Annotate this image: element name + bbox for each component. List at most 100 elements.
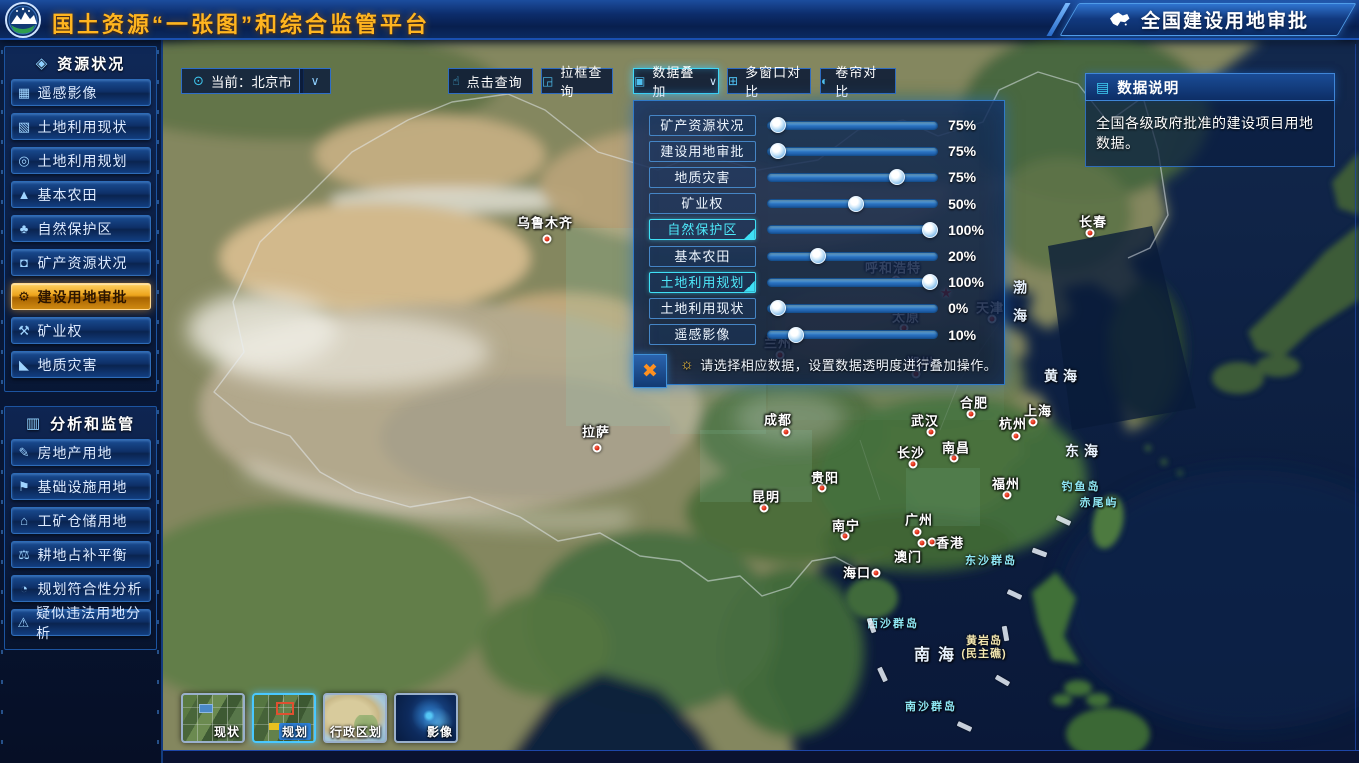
city-label: 杭州 bbox=[999, 414, 1027, 433]
layer-toggle-button[interactable]: 土地利用现状 bbox=[649, 298, 756, 319]
layer-row: 建设用地审批 75% bbox=[649, 138, 990, 164]
slider-track[interactable] bbox=[767, 173, 938, 182]
sidebar-item-icon: ⚒ bbox=[12, 323, 38, 339]
platform-logo-icon bbox=[5, 2, 41, 38]
city-label: 香港 bbox=[936, 533, 964, 552]
opacity-value: 0% bbox=[948, 300, 990, 316]
opacity-slider[interactable] bbox=[767, 300, 938, 316]
layer-row: 土地利用规划 100% bbox=[649, 269, 990, 295]
sidebar-item[interactable]: ⌂ 工矿仓储用地 bbox=[11, 507, 151, 534]
layer-toggle-button[interactable]: 自然保护区 bbox=[649, 219, 756, 240]
map-search-icon: ◈ bbox=[36, 54, 50, 72]
sidebar-item-label: 房地产用地 bbox=[38, 443, 113, 463]
layer-toggle-button[interactable]: 矿业权 bbox=[649, 193, 756, 214]
info-panel-header: ▤ 数据说明 bbox=[1085, 73, 1335, 101]
opacity-slider[interactable] bbox=[767, 169, 938, 185]
slider-track[interactable] bbox=[767, 121, 938, 130]
sea-label: 东沙群岛 bbox=[965, 552, 1017, 568]
layer-row: 基本农田 20% bbox=[649, 243, 990, 269]
opacity-slider[interactable] bbox=[767, 327, 938, 343]
layer-toggle-button[interactable]: 基本农田 bbox=[649, 246, 756, 267]
region-dropdown-button[interactable]: ∨ bbox=[299, 68, 331, 94]
slider-track[interactable] bbox=[767, 147, 938, 156]
layer-toggle-button[interactable]: 矿产资源状况 bbox=[649, 115, 756, 136]
sidebar-item[interactable]: ◘ 矿产资源状况 bbox=[11, 249, 151, 276]
slider-track[interactable] bbox=[767, 304, 938, 313]
toolbar-button[interactable]: ◐ 卷帘对比 bbox=[820, 68, 896, 94]
toolbar-button-icon: ◲ bbox=[542, 74, 554, 88]
sidebar-item-icon: ▦ bbox=[12, 85, 38, 101]
top-header: 国土资源“一张图”和综合监管平台 全国建设用地审批 bbox=[0, 0, 1359, 40]
module-tab[interactable]: 全国建设用地审批 bbox=[1069, 3, 1347, 36]
toolbar-button[interactable]: ◲ 拉框查询 bbox=[541, 68, 613, 94]
sea-label: 南海 bbox=[914, 641, 962, 665]
basemap-label: 规划 bbox=[279, 723, 311, 740]
region-selector[interactable]: ⊙ 当前：北京市 bbox=[181, 68, 304, 94]
opacity-value: 100% bbox=[948, 274, 990, 290]
toolbar-button[interactable]: ▣ 数据叠加 ∨ bbox=[633, 68, 719, 94]
layer-toggle-button[interactable]: 遥感影像 bbox=[649, 324, 756, 345]
city-label: 南宁 bbox=[832, 516, 860, 535]
basemap-thumbnail[interactable]: 规划 bbox=[252, 693, 316, 743]
sidebar-item-label: 土地利用规划 bbox=[38, 151, 128, 171]
data-overlay-panel: 矿产资源状况 75% 建设用地审批 75% 地质灾害 bbox=[633, 100, 1005, 385]
slider-track[interactable] bbox=[767, 252, 938, 261]
toolbar-button-icon: ▣ bbox=[634, 74, 646, 88]
opacity-slider[interactable] bbox=[767, 274, 938, 290]
sidebar-item[interactable]: ◔ 规划符合性分析 bbox=[11, 575, 151, 602]
sidebar-item[interactable]: ◎ 土地利用规划 bbox=[11, 147, 151, 174]
toolbar-button[interactable]: ⊞ 多窗口对比 bbox=[727, 68, 811, 94]
opacity-slider[interactable] bbox=[767, 143, 938, 159]
sidebar-item-label: 疑似违法用地分析 bbox=[36, 603, 149, 643]
opacity-value: 75% bbox=[948, 169, 990, 185]
sidebar-item[interactable]: ⚖ 耕地占补平衡 bbox=[11, 541, 151, 568]
slider-thumb[interactable] bbox=[770, 300, 786, 316]
sidebar-item[interactable]: ⚑ 基础设施用地 bbox=[11, 473, 151, 500]
slider-thumb[interactable] bbox=[922, 222, 938, 238]
close-panel-button[interactable]: ✖ bbox=[633, 354, 667, 388]
slider-thumb[interactable] bbox=[770, 143, 786, 159]
dash-mark-icon bbox=[1007, 589, 1023, 600]
app-window: ★ 乌鲁木齐 拉萨 兰州 呼和浩特 bbox=[0, 0, 1359, 763]
toolbar-button[interactable]: ☝ 点击查询 bbox=[448, 68, 533, 94]
sidebar-item-label: 基础设施用地 bbox=[38, 477, 128, 497]
sidebar-item[interactable]: ⚙ 建设用地审批 bbox=[11, 283, 151, 310]
chevron-down-icon: ∨ bbox=[709, 75, 718, 88]
toolbar-button-label: 卷帘对比 bbox=[835, 62, 889, 100]
opacity-slider[interactable] bbox=[767, 196, 938, 212]
city-label: 贵阳 bbox=[811, 468, 839, 487]
layer-toggle-button[interactable]: 土地利用规划 bbox=[649, 272, 756, 293]
basemap-thumbnail[interactable]: 影像 bbox=[394, 693, 458, 743]
sidebar-item[interactable]: ♣ 自然保护区 bbox=[11, 215, 151, 242]
slider-thumb[interactable] bbox=[922, 274, 938, 290]
slider-thumb[interactable] bbox=[810, 248, 826, 264]
basemap-thumbnail[interactable]: 行政区划 bbox=[323, 693, 387, 743]
sidebar-item-label: 耕地占补平衡 bbox=[38, 545, 128, 565]
basemap-label: 影像 bbox=[427, 723, 453, 740]
slider-thumb[interactable] bbox=[848, 196, 864, 212]
sidebar-item[interactable]: ✎ 房地产用地 bbox=[11, 439, 151, 466]
sidebar-item-label: 地质灾害 bbox=[38, 355, 98, 375]
slider-thumb[interactable] bbox=[788, 327, 804, 343]
layer-toggle-button[interactable]: 地质灾害 bbox=[649, 167, 756, 188]
slider-track[interactable] bbox=[767, 278, 938, 287]
china-map-icon bbox=[1107, 11, 1131, 29]
sidebar-item[interactable]: ◣ 地质灾害 bbox=[11, 351, 151, 378]
sidebar-item[interactable]: ⚠ 疑似违法用地分析 bbox=[11, 609, 151, 636]
sidebar-item[interactable]: ▲ 基本农田 bbox=[11, 181, 151, 208]
city-label: 武汉 bbox=[911, 411, 939, 430]
panel-tip: ☼ 请选择相应数据，设置数据透明度进行叠加操作。 bbox=[680, 355, 997, 374]
layer-toggle-button[interactable]: 建设用地审批 bbox=[649, 141, 756, 162]
slider-thumb[interactable] bbox=[770, 117, 786, 133]
opacity-slider[interactable] bbox=[767, 222, 938, 238]
location-pin-icon: ⊙ bbox=[193, 73, 204, 89]
dash-mark-icon bbox=[995, 675, 1010, 687]
sidebar-item[interactable]: ▦ 遥感影像 bbox=[11, 79, 151, 106]
opacity-slider[interactable] bbox=[767, 248, 938, 264]
slider-track[interactable] bbox=[767, 225, 938, 234]
sidebar-item[interactable]: ⚒ 矿业权 bbox=[11, 317, 151, 344]
slider-thumb[interactable] bbox=[889, 169, 905, 185]
opacity-slider[interactable] bbox=[767, 117, 938, 133]
basemap-thumbnail[interactable]: 现状 bbox=[181, 693, 245, 743]
sidebar-item[interactable]: ▧ 土地利用现状 bbox=[11, 113, 151, 140]
